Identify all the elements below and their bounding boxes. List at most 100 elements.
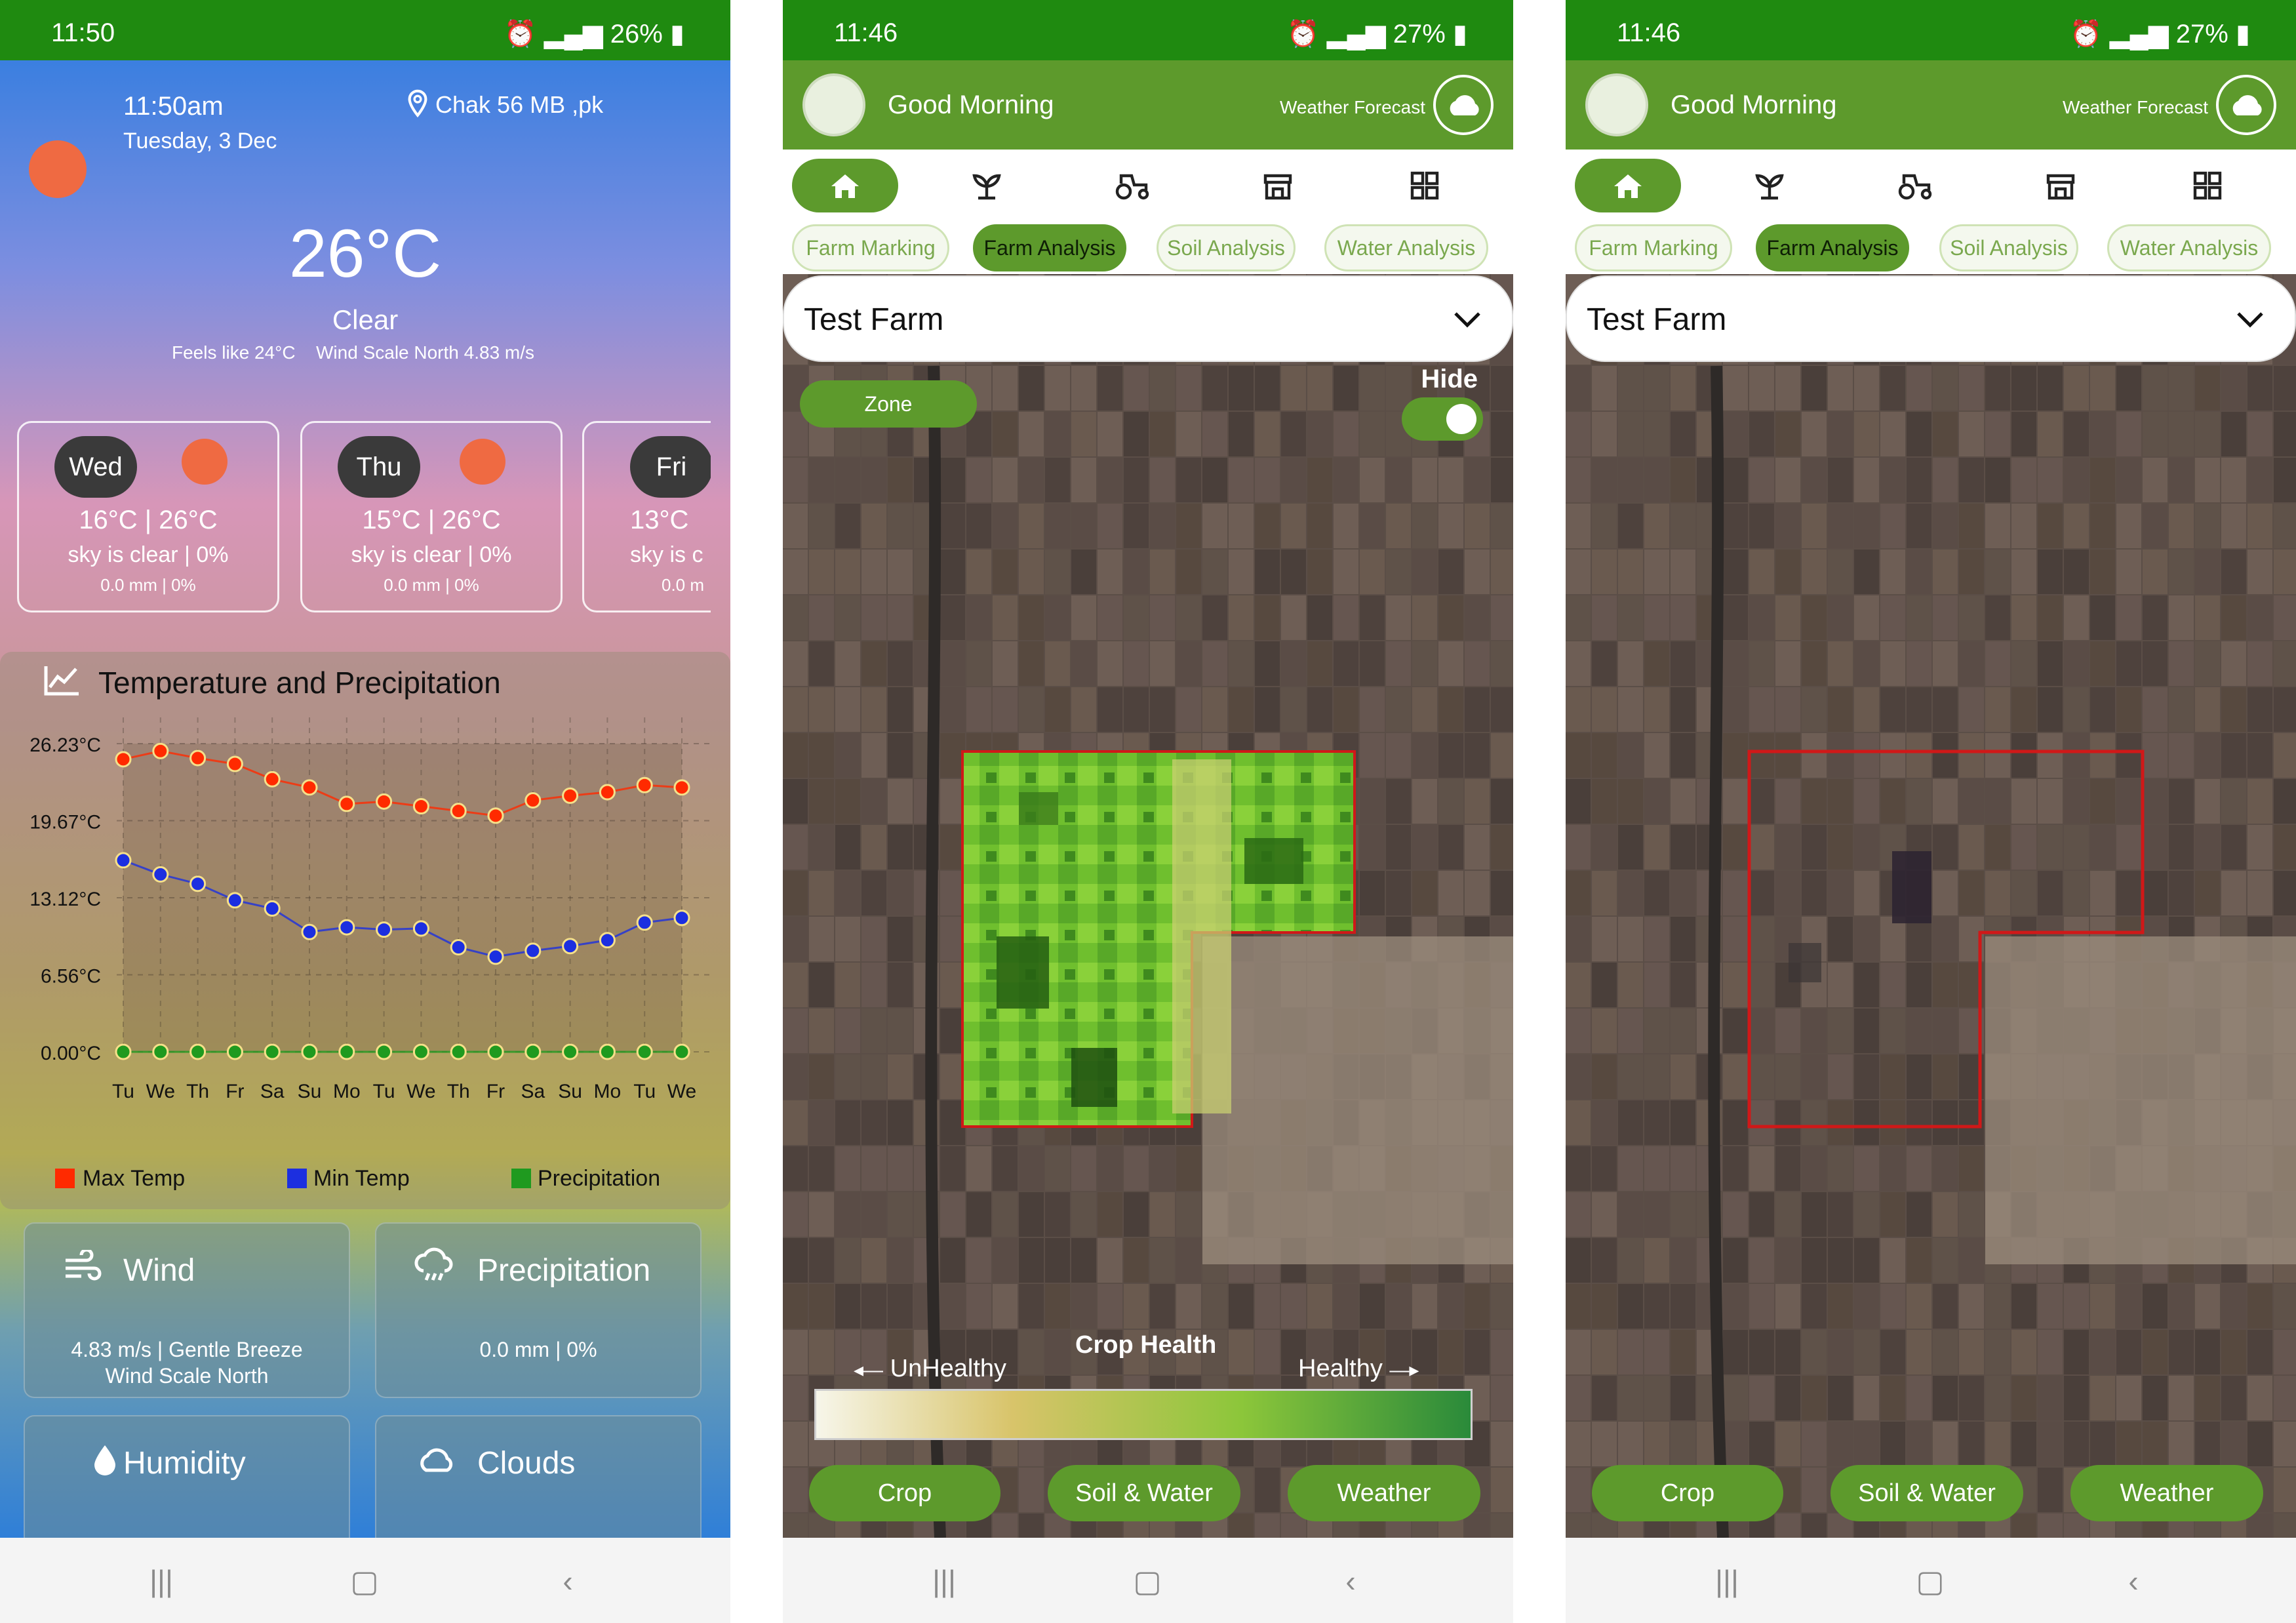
status-time: 11:46 [834,18,898,47]
soil-water-button[interactable]: Soil & Water [1831,1465,2023,1521]
app-logo [1585,73,1648,136]
arrow-left-icon: ◂— [854,1359,884,1381]
recent-apps-icon[interactable]: ||| [924,1561,964,1601]
store-icon [1263,174,1292,200]
forecast-desc: sky is clear | 0% [68,542,229,567]
tab-farm-marking[interactable]: Farm Marking [792,224,949,271]
nav-store[interactable] [1225,159,1331,212]
home-button-icon[interactable]: ▢ [1910,1561,1950,1601]
data-point [562,1043,579,1060]
weather-forecast-button[interactable] [1433,75,1494,135]
farm-selector[interactable]: Test Farm [783,275,1513,362]
tab-farm-marking[interactable]: Farm Marking [1575,224,1732,271]
satellite-map[interactable]: Test Farm Crop Soil & Water Weather [1566,274,2296,1538]
data-point [338,919,355,936]
data-point [264,900,281,917]
data-point [487,1043,504,1060]
weather-screen: 11:50 ⏰ ▂▄▆ 26% ▮ 11:50am Tuesday, 3 Dec… [0,0,730,1623]
forecast-clip: Fri 13°C sky is c 0.0 m [582,421,711,612]
data-point [636,1043,653,1060]
farm-selector[interactable]: Test Farm [1566,275,2296,362]
tab-water-analysis[interactable]: Water Analysis [2107,224,2271,271]
hide-label: Hide [1421,365,1478,393]
system-nav-bar: ||| ▢ ‹ [1566,1538,2296,1623]
data-point [525,792,542,809]
x-tick-label: Fr [226,1081,244,1102]
forecast-card-thu[interactable]: Thu 15°C | 26°C sky is clear | 0% 0.0 mm… [300,421,563,612]
cloud-icon [2232,95,2262,115]
forecast-precip: 0.0 mm | 0% [384,575,479,595]
battery-icon: ▮ [2235,20,2250,49]
x-tick-label: Tu [112,1081,134,1102]
data-point [673,910,690,927]
y-tick-label: 13.12°C [30,889,101,910]
tab-soil-analysis[interactable]: Soil Analysis [1939,224,2078,271]
crop-button[interactable]: Crop [1592,1465,1783,1521]
humidity-drop-icon [94,1445,115,1475]
data-point [226,755,243,772]
nav-more[interactable] [1372,159,1478,212]
home-button-icon[interactable]: ▢ [1128,1561,1167,1601]
forecast-card-wed[interactable]: Wed 16°C | 26°C sky is clear | 0% 0.0 mm… [17,421,279,612]
tractor-icon [1898,174,1932,200]
zone-button[interactable]: Zone [800,380,977,428]
weather-button[interactable]: Weather [1288,1465,1480,1521]
data-point [599,784,616,801]
x-tick-label: Tu [373,1081,395,1102]
back-icon[interactable]: ‹ [2114,1561,2153,1601]
nav-store[interactable] [2008,159,2114,212]
data-point [152,742,169,759]
home-button-icon[interactable]: ▢ [345,1561,384,1601]
nav-more[interactable] [2154,159,2261,212]
soil-water-button[interactable]: Soil & Water [1048,1465,1240,1521]
nav-crops[interactable] [934,159,1040,212]
nav-home[interactable] [1575,159,1681,212]
data-point [450,803,467,820]
tractor-icon [1115,174,1149,200]
forecast-card-fri[interactable]: Fri 13°C sky is c 0.0 m [582,421,711,612]
tab-farm-analysis[interactable]: Farm Analysis [1756,224,1909,271]
tab-soil-analysis[interactable]: Soil Analysis [1157,224,1296,271]
app-bar: Good Morning Weather Forecast [783,60,1513,150]
home-icon [831,174,859,198]
x-tick-label: Mo [594,1081,622,1102]
forecast-range: 16°C | 26°C [79,506,218,534]
recent-apps-icon[interactable]: ||| [1707,1561,1747,1601]
back-icon[interactable]: ‹ [548,1561,587,1601]
weather-forecast-button[interactable] [2216,75,2276,135]
tile-value-2: Wind Scale North [105,1364,269,1388]
sun-icon [29,140,87,198]
location[interactable]: Chak 56 MB ,pk [406,89,603,119]
farm-name: Test Farm [1587,302,1727,337]
legend-min-swatch [287,1169,307,1188]
nav-tractor[interactable] [1862,159,1968,212]
data-point [673,1043,690,1060]
nav-tractor[interactable] [1079,159,1185,212]
data-point [487,948,504,965]
data-point [264,1043,281,1060]
alarm-icon: ⏰ [2069,20,2103,49]
wind-tile[interactable]: Wind 4.83 m/s | Gentle Breeze Wind Scale… [24,1222,350,1398]
nav-crops[interactable] [1716,159,1823,212]
nav-home[interactable] [792,159,898,212]
data-point [338,1043,355,1060]
data-point [412,1043,429,1060]
data-point [189,1043,207,1060]
toggle-knob [1446,404,1476,434]
tab-water-analysis[interactable]: Water Analysis [1324,224,1488,271]
back-icon[interactable]: ‹ [1331,1561,1370,1601]
sun-icon [460,439,505,485]
legend-min-label: Min Temp [313,1166,410,1191]
data-point [412,920,429,937]
recent-apps-icon[interactable]: ||| [142,1561,181,1601]
alarm-icon: ⏰ [504,20,537,49]
tile-title: Precipitation [477,1253,651,1288]
weather-button[interactable]: Weather [2070,1465,2263,1521]
grid-icon [1410,171,1439,200]
satellite-map[interactable]: Test Farm Zone Hide Crop Health ◂— UnHea… [783,274,1513,1538]
precipitation-tile[interactable]: Precipitation 0.0 mm | 0% [375,1222,702,1398]
crop-button[interactable]: Crop [809,1465,1000,1521]
hide-toggle[interactable] [1402,397,1483,441]
legend-max-label: Max Temp [83,1166,186,1191]
tab-farm-analysis[interactable]: Farm Analysis [973,224,1126,271]
